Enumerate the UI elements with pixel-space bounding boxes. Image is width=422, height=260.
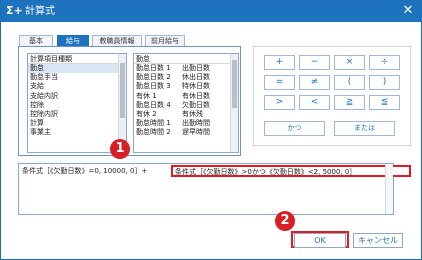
item-label: 特休日数 <box>182 82 210 91</box>
formula-editor[interactable]: 条件式［《欠勤日数》=0, 10000, 0］+ 条件式［《欠勤日数》>0かつ《… <box>18 163 411 215</box>
item-label: 休出日数 <box>182 73 210 82</box>
divide-button[interactable]: ÷ <box>369 55 400 70</box>
item-list[interactable]: 勤怠 勤怠日数 1 出勤日数 勤怠日数 2 休出日数 勤怠日数 3 特休日数 有休 1… <box>133 53 239 153</box>
item-panel: 計算項目種類 勤怠 勤怠手当 支給 支給内訳 控除 控除内訳 計算 事業主 勤怠… <box>18 46 241 156</box>
item-label: 欠勤日数 <box>182 100 210 109</box>
item-label: 出勤日数 <box>182 64 210 72</box>
less-equal-button[interactable]: ≦ <box>369 95 400 110</box>
window-title: 計算式 <box>25 6 55 17</box>
list-item[interactable]: 勤怠 <box>28 64 126 74</box>
ok-button[interactable]: OK <box>294 233 346 248</box>
formula-dialog: Σ+ 計算式 ✕ 基本 給与 教職員情報 前月給与 計算項目種類 勤怠 勤怠手当… <box>0 0 422 260</box>
item-code: 勤怠日数 4 <box>136 100 171 109</box>
list-item[interactable]: 控除 <box>28 101 126 110</box>
category-list-scrollbar[interactable] <box>118 54 126 152</box>
callout-badge-1: 1 <box>110 139 130 159</box>
callout-badge-2: 2 <box>275 211 295 231</box>
item-list-scrollbar[interactable] <box>230 54 238 152</box>
not-equal-button[interactable]: ≠ <box>299 75 330 90</box>
formula-text: 条件式［《欠勤日数》=0, 10000, 0］+ <box>22 167 148 175</box>
list-item[interactable]: 勤怠日数 3 特休日数 <box>134 82 238 91</box>
item-code: 勤怠日数 3 <box>136 82 171 91</box>
formula-scrollbar[interactable] <box>385 164 393 214</box>
list-item[interactable]: 有休 1 有休日数 <box>134 92 238 101</box>
item-code: 勤怠時間 2 <box>136 128 171 137</box>
operator-pad: + − × ÷ = ≠ ( ) > < ≧ ≦ かつ または <box>253 46 411 146</box>
cancel-button[interactable]: キャンセル <box>353 233 403 248</box>
item-code: 有休 1 <box>136 91 157 100</box>
scroll-thumb[interactable] <box>120 63 125 118</box>
list-item[interactable]: 勤怠日数 4 欠勤日数 <box>134 101 238 110</box>
item-label: 出勤時間 <box>182 119 210 128</box>
category-list-header: 計算項目種類 <box>28 54 126 64</box>
open-paren-button[interactable]: ( <box>334 75 365 90</box>
item-list-header: 勤怠 <box>134 54 238 64</box>
formula-highlight: 条件式［《欠勤日数》>0かつ《欠勤日数》<2, 5000, 0］ <box>171 165 411 177</box>
less-than-button[interactable]: < <box>299 95 330 110</box>
list-item[interactable]: 有休 2 有休残 <box>134 110 238 119</box>
item-code: 勤怠日数 2 <box>136 73 171 82</box>
formula-highlight-text: 条件式［《欠勤日数》>0かつ《欠勤日数》<2, 5000, 0］ <box>175 168 357 176</box>
list-item[interactable]: 勤怠手当 <box>28 73 126 82</box>
formula-icon: Σ+ <box>6 4 23 17</box>
category-list[interactable]: 計算項目種類 勤怠 勤怠手当 支給 支給内訳 控除 控除内訳 計算 事業主 <box>27 53 127 153</box>
greater-equal-button[interactable]: ≧ <box>334 95 365 110</box>
list-item[interactable]: 勤怠日数 2 休出日数 <box>134 73 238 82</box>
list-item[interactable]: 勤怠時間 1 出勤時間 <box>134 119 238 128</box>
list-item[interactable]: 勤怠日数 1 出勤日数 <box>134 64 238 73</box>
plus-button[interactable]: + <box>264 55 295 70</box>
minus-button[interactable]: − <box>299 55 330 70</box>
item-label: 有休残 <box>182 109 203 118</box>
close-icon[interactable]: ✕ <box>401 4 415 18</box>
item-label: 有休日数 <box>182 91 210 100</box>
multiply-button[interactable]: × <box>334 55 365 70</box>
equal-button[interactable]: = <box>264 75 295 90</box>
and-button[interactable]: かつ <box>264 121 325 136</box>
scroll-thumb[interactable] <box>232 60 237 108</box>
title-bar: Σ+ 計算式 ✕ <box>1 1 421 22</box>
or-button[interactable]: または <box>334 121 395 136</box>
list-item[interactable]: 勤怠時間 2 遅早時間 <box>134 128 238 137</box>
close-paren-button[interactable]: ) <box>369 75 400 90</box>
list-item[interactable]: 事業主 <box>28 128 126 137</box>
item-code: 勤怠日数 1 <box>136 64 171 72</box>
list-item[interactable]: 計算 <box>28 119 126 128</box>
item-code: 有休 2 <box>136 109 157 118</box>
list-item[interactable]: 支給 <box>28 82 126 91</box>
list-item[interactable]: 控除内訳 <box>28 110 126 119</box>
item-label: 遅早時間 <box>182 128 210 137</box>
list-item[interactable]: 支給内訳 <box>28 92 126 101</box>
item-code: 勤怠時間 1 <box>136 119 171 128</box>
greater-than-button[interactable]: > <box>264 95 295 110</box>
